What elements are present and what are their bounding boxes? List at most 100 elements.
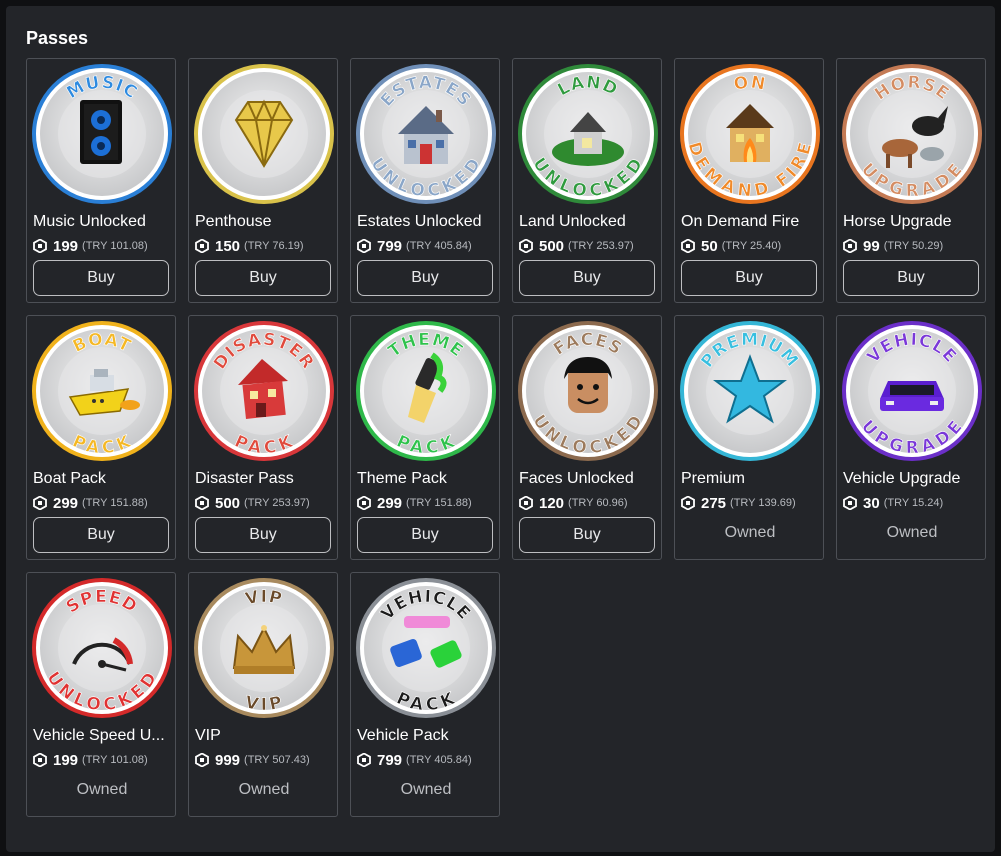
pass-name: Land Unlocked [519,213,626,230]
buy-button[interactable]: Buy [33,517,169,553]
badge-top-text: VIP [243,587,284,610]
price-row: 799 (TRY 405.84) [357,237,472,255]
pass-card[interactable]: VEHICLE UPGRADE Vehicle Upgrade 30 (TRY 15… [836,315,986,560]
pass-card[interactable]: VIP VIP VIP 999 (TRY 507.43) Owned [188,572,338,817]
buy-button[interactable]: Buy [357,260,493,296]
pass-badge-image[interactable]: THEME PACK [354,319,498,463]
pass-card[interactable]: PREMIUM Premium 275 (TRY 139.69) Owned [674,315,824,560]
local-currency-price: (TRY 253.97) [244,497,310,509]
pass-name: Faces Unlocked [519,470,634,487]
buy-button[interactable]: Buy [357,517,493,553]
pass-badge-image[interactable]: HORSE UPGRADE [840,62,984,206]
pass-badge-image[interactable]: PREMIUM [678,319,822,463]
pass-name: Vehicle Upgrade [843,470,961,487]
buy-button[interactable]: Buy [681,260,817,296]
robux-price: 50 [701,237,718,255]
buy-button[interactable]: Buy [33,260,169,296]
buy-button[interactable]: Buy [843,260,979,296]
buy-button[interactable]: Buy [195,517,331,553]
owned-label: Owned [886,524,938,541]
price-row: 275 (TRY 139.69) [681,494,796,512]
pass-card[interactable]: THEME PACK Theme Pack 299 (TRY 151.88) Buy [350,315,500,560]
pass-badge-image[interactable]: VEHICLE UPGRADE [840,319,984,463]
robux-price: 150 [215,237,241,255]
robux-price: 799 [377,751,403,769]
local-currency-price: (TRY 253.97) [568,240,634,252]
robux-icon [357,239,371,253]
price-row: 299 (TRY 151.88) [357,494,472,512]
pass-name: Estates Unlocked [357,213,482,230]
robux-price: 199 [53,237,79,255]
robux-price: 500 [539,237,565,255]
pass-name: Boat Pack [33,470,106,487]
robux-icon [33,753,47,767]
local-currency-price: (TRY 101.08) [82,754,148,766]
pass-card[interactable]: ESTATES UNLOCKED Estates Unlocked 799 (TRY… [350,58,500,303]
owned-label: Owned [238,781,290,798]
pass-badge-image[interactable]: VEHICLE PACK [354,576,498,720]
pass-card[interactable]: HORSE UPGRADE Horse Upgrade 99 (TRY 50.29)… [836,58,986,303]
buy-button[interactable]: Buy [519,517,655,553]
buy-button[interactable]: Buy [519,260,655,296]
pass-card[interactable]: LAND UNLOCKED Land Unlocked 500 (TRY 253.9… [512,58,662,303]
pass-card[interactable]: ON DEMAND FIRE On Demand Fire 50 (TRY 25.4… [674,58,824,303]
local-currency-price: (TRY 60.96) [568,497,628,509]
pass-card[interactable]: BOAT PACK Boat Pack 299 (TRY 151.88) Buy [26,315,176,560]
robux-icon [195,496,209,510]
speaker-icon [80,100,122,164]
local-currency-price: (TRY 25.40) [721,240,782,252]
svg-text:VIP: VIP [243,587,284,610]
owned-label: Owned [724,524,776,541]
price-row: 500 (TRY 253.97) [519,237,634,255]
pass-card[interactable]: DISASTER PACK Disaster Pass 500 (TRY 253.9… [188,315,338,560]
local-currency-price: (TRY 507.43) [244,754,310,766]
pass-name: Vehicle Pack [357,727,449,744]
robux-price: 199 [53,751,79,769]
robux-icon [843,496,857,510]
pass-name: Premium [681,470,746,487]
robux-icon [33,496,47,510]
price-row: 799 (TRY 405.84) [357,751,472,769]
svg-text:VIP: VIP [243,692,285,715]
local-currency-price: (TRY 151.88) [82,497,148,509]
pass-card[interactable]: SPEED UNLOCKED Vehicle Speed U... 199 (TRY… [26,572,176,817]
price-row: 30 (TRY 15.24) [843,494,943,512]
price-row: 150 (TRY 76.19) [195,237,304,255]
price-row: 199 (TRY 101.08) [33,237,148,255]
robux-icon [681,239,695,253]
robux-price: 299 [53,494,79,512]
robux-icon [33,239,47,253]
pass-badge-image[interactable]: ESTATES UNLOCKED [354,62,498,206]
price-row: 50 (TRY 25.40) [681,237,781,255]
local-currency-price: (TRY 76.19) [244,240,304,252]
pass-name: Music Unlocked [33,213,146,230]
pass-name: VIP [195,727,221,744]
local-currency-price: (TRY 15.24) [883,497,944,509]
pass-badge-image[interactable] [192,62,336,206]
robux-price: 99 [863,237,880,255]
robux-price: 120 [539,494,565,512]
pass-name: Disaster Pass [195,470,294,487]
local-currency-price: (TRY 139.69) [730,497,796,509]
pass-name: Horse Upgrade [843,213,952,230]
local-currency-price: (TRY 101.08) [82,240,148,252]
pass-badge-image[interactable]: LAND UNLOCKED [516,62,660,206]
robux-price: 999 [215,751,241,769]
owned-label: Owned [76,781,128,798]
pass-name: Penthouse [195,213,272,230]
pass-badge-image[interactable]: ON DEMAND FIRE [678,62,822,206]
pass-card[interactable]: VEHICLE PACK Vehicle Pack 799 (TRY 405.84)… [350,572,500,817]
pass-badge-image[interactable]: MUSIC [30,62,174,206]
pass-card[interactable]: Penthouse 150 (TRY 76.19) Buy [188,58,338,303]
buy-button[interactable]: Buy [195,260,331,296]
passes-grid: MUSIC Music Unlocked 199 (TRY 101.08) Buy P… [26,58,986,817]
pass-card[interactable]: FACES UNLOCKED Faces Unlocked 120 (TRY 60.… [512,315,662,560]
pass-badge-image[interactable]: BOAT PACK [30,319,174,463]
pass-name: Theme Pack [357,470,447,487]
pass-card[interactable]: MUSIC Music Unlocked 199 (TRY 101.08) Buy [26,58,176,303]
pass-badge-image[interactable]: SPEED UNLOCKED [30,576,174,720]
pass-badge-image[interactable]: DISASTER PACK [192,319,336,463]
pass-badge-image[interactable]: VIP VIP [192,576,336,720]
robux-icon [681,496,695,510]
pass-badge-image[interactable]: FACES UNLOCKED [516,319,660,463]
